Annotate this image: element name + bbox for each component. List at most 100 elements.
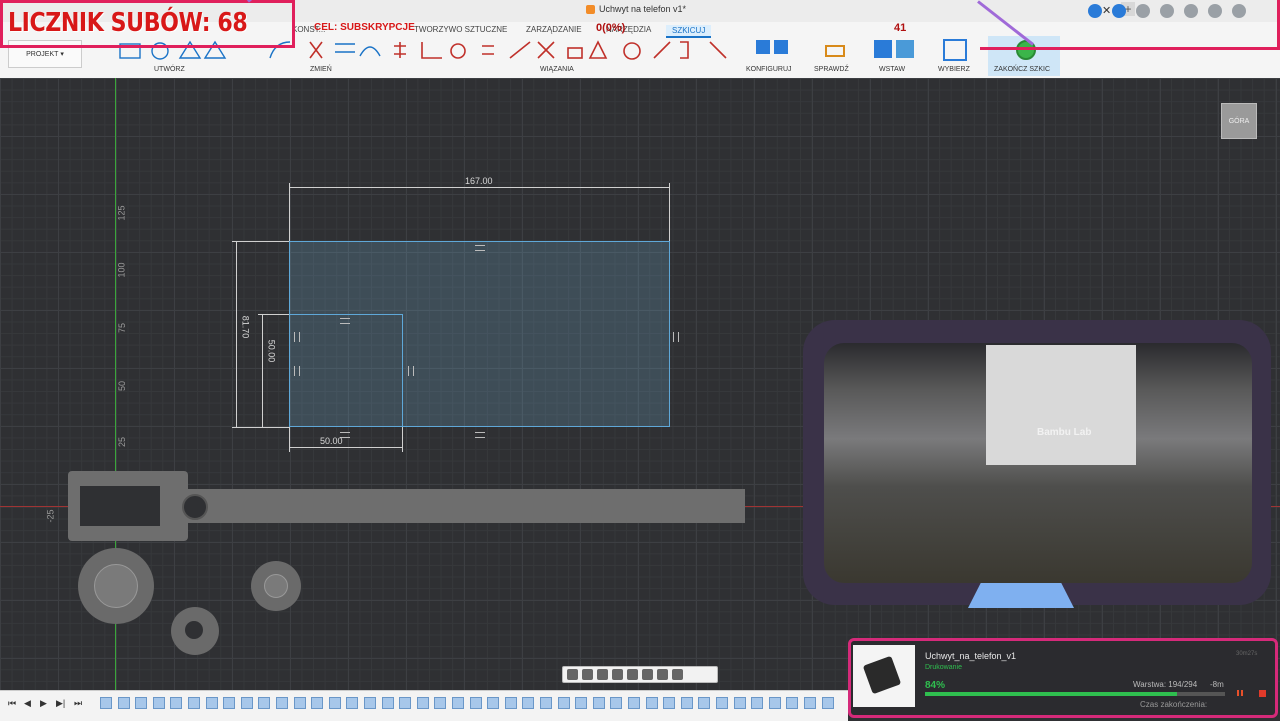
group-wiazania[interactable]: WIĄZANIA	[540, 66, 574, 73]
view-cube[interactable]: GÓRA	[1221, 103, 1257, 139]
group-utworz[interactable]: UTWÓRZ	[154, 66, 185, 73]
tangent-icon	[450, 43, 466, 59]
subs-counter: LICZNIK SUBÓW: 68	[8, 8, 248, 38]
timeline-feature[interactable]	[381, 697, 394, 709]
group-wstaw[interactable]: WSTAW	[879, 66, 905, 73]
print-end-time-label: Czas zakończenia:	[1140, 700, 1208, 709]
horizontal-constraint-icon[interactable]	[475, 245, 485, 251]
horizontal-constraint-icon[interactable]	[340, 318, 350, 324]
dimension-line-inner-width	[289, 447, 403, 448]
tab-tworzywo[interactable]: TWORZYWO SZTUCZNE	[414, 25, 507, 34]
timeline-feature[interactable]	[504, 697, 517, 709]
timeline-feature[interactable]	[240, 697, 253, 709]
group-zakoncz-szkic[interactable]: ZAKOŃCZ SZKIC	[994, 66, 1050, 73]
timeline-feature[interactable]	[592, 697, 605, 709]
timeline-feature[interactable]	[434, 697, 447, 709]
print-progress-percent: 84%	[925, 680, 946, 691]
concentric-icon	[623, 42, 641, 60]
vertical-constraint-icon[interactable]	[673, 332, 679, 342]
timeline-feature[interactable]	[522, 697, 535, 709]
timeline-feature[interactable]	[751, 697, 764, 709]
timeline-feature[interactable]	[663, 697, 676, 709]
fit-icon[interactable]	[627, 669, 638, 680]
timeline-feature[interactable]	[768, 697, 781, 709]
group-konfiguruj[interactable]: KONFIGURUJ	[746, 66, 792, 73]
timeline-feature[interactable]	[469, 697, 482, 709]
vertical-constraint-icon[interactable]	[408, 366, 414, 376]
timeline-feature[interactable]	[293, 697, 306, 709]
timeline-feature[interactable]	[487, 697, 500, 709]
timeline-feature[interactable]	[258, 697, 271, 709]
trim-icon	[309, 41, 323, 59]
timeline-feature[interactable]	[698, 697, 711, 709]
timeline-feature[interactable]	[557, 697, 570, 709]
dimension-inner-width[interactable]: 50.00	[320, 436, 343, 446]
timeline-feature[interactable]	[170, 697, 183, 709]
timeline-feature[interactable]	[311, 697, 324, 709]
timeline-feature[interactable]	[452, 697, 464, 709]
timeline-feature[interactable]	[733, 697, 746, 709]
timeline-feature[interactable]	[364, 697, 376, 709]
group-zmien[interactable]: ZMIEŃ	[310, 66, 332, 73]
sketch-rectangle-inner[interactable]	[289, 314, 403, 427]
goal-value: 0(0%)	[596, 22, 626, 34]
zoom-icon[interactable]	[612, 669, 623, 680]
timeline-feature[interactable]	[540, 697, 552, 709]
timeline-feature[interactable]	[223, 697, 236, 709]
select-icon	[943, 39, 967, 61]
look-at-icon[interactable]	[582, 669, 593, 680]
timeline-feature[interactable]	[188, 697, 200, 709]
timeline-feature[interactable]	[804, 697, 816, 709]
timeline-feature[interactable]	[628, 697, 640, 709]
group-sprawdz[interactable]: SPRAWDŹ	[814, 66, 849, 73]
timeline-feature[interactable]	[575, 697, 588, 709]
timeline-play-icon[interactable]: ▶	[40, 698, 47, 709]
pause-icon[interactable]	[1237, 690, 1243, 696]
extension-line	[258, 314, 289, 315]
grid-settings-icon[interactable]	[657, 669, 668, 680]
horizontal-constraint-icon[interactable]	[475, 432, 485, 438]
symmetry-icon	[680, 41, 689, 59]
tab-szkicuj[interactable]: SZKICUJ	[666, 25, 712, 38]
insert-icon	[874, 40, 892, 58]
timeline-forward-icon[interactable]: ▶|	[56, 698, 65, 709]
extension-line	[669, 183, 670, 241]
timeline-feature[interactable]	[117, 697, 130, 709]
knob-small-hole	[185, 621, 203, 639]
display-settings-icon[interactable]	[642, 669, 653, 680]
dimension-inner-height[interactable]: 50.00	[266, 340, 276, 363]
knob-medium-center	[264, 574, 288, 598]
print-layer-count: Warstwa: 194/294	[1133, 680, 1198, 689]
timeline-feature[interactable]	[416, 697, 429, 709]
timeline-feature[interactable]	[328, 697, 341, 709]
timeline-start-icon[interactable]: ⏮	[8, 698, 16, 709]
timeline-feature[interactable]	[716, 697, 728, 709]
vertical-constraint-icon[interactable]	[294, 366, 300, 376]
timeline-feature[interactable]	[276, 697, 288, 709]
timeline-feature[interactable]	[610, 697, 623, 709]
group-wybierz[interactable]: WYBIERZ	[938, 66, 970, 73]
timeline-feature[interactable]	[786, 697, 799, 709]
dimension-height[interactable]: 81.70	[240, 316, 250, 339]
sketch-tools-right	[756, 39, 967, 61]
timeline-feature[interactable]	[152, 697, 165, 709]
pan-icon[interactable]	[597, 669, 608, 680]
stop-icon[interactable]	[1259, 690, 1266, 697]
fix-icon	[394, 42, 406, 58]
timeline-feature[interactable]	[645, 697, 658, 709]
timeline-feature[interactable]	[205, 697, 218, 709]
tab-zarzadzanie[interactable]: ZARZĄDZANIE	[526, 25, 582, 34]
vertical-constraint-icon[interactable]	[294, 332, 300, 342]
timeline-feature[interactable]	[821, 697, 834, 709]
viewports-icon[interactable]	[672, 669, 683, 680]
timeline-end-icon[interactable]: ⏭	[74, 698, 82, 709]
timeline-back-icon[interactable]: ◀	[24, 698, 31, 709]
axis-label-50: 50	[117, 380, 128, 392]
timeline-feature[interactable]	[135, 697, 148, 709]
timeline-feature[interactable]	[680, 697, 693, 709]
timeline-feature[interactable]	[399, 697, 412, 709]
dimension-width[interactable]: 167.00	[465, 176, 493, 186]
timeline-feature[interactable]	[346, 697, 359, 709]
orbit-icon[interactable]	[567, 669, 578, 680]
timeline-feature[interactable]	[100, 697, 112, 709]
